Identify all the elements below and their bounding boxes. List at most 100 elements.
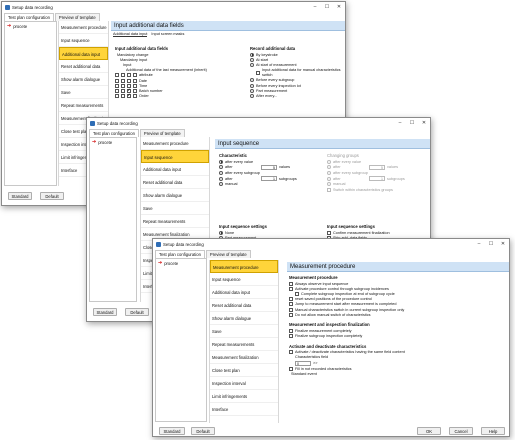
checkbox[interactable] (127, 78, 131, 83)
radio[interactable] (250, 83, 254, 88)
nav-additional-data-input[interactable]: Additional data input (141, 163, 209, 176)
tab-preview-of-template[interactable]: Preview of template (139, 129, 185, 137)
checkbox[interactable] (115, 78, 119, 83)
nav-save[interactable]: Save (141, 202, 209, 215)
default-button[interactable]: Default (191, 427, 215, 435)
mp-option[interactable]: Do not allow manual switch of characteri… (287, 312, 509, 317)
tree-node-procete[interactable]: ➔ procete (156, 259, 206, 268)
nav-show-alarm-dialogue[interactable]: Show alarm dialogue (59, 73, 108, 86)
radio[interactable] (219, 182, 223, 187)
char-option[interactable]: manual (217, 182, 319, 187)
standard-button[interactable]: Standard (159, 427, 185, 435)
nav-measurement-procedure[interactable]: Measurement procedure (59, 21, 108, 34)
record-option[interactable]: Input additional data for manual charact… (248, 68, 343, 78)
nav-close-test-plan[interactable]: Close test plan (210, 364, 278, 377)
checkbox[interactable] (256, 70, 260, 75)
radio[interactable] (327, 176, 331, 181)
default-button[interactable]: Default (125, 308, 149, 316)
tab-test-plan-configuration[interactable]: Test plan configuration (89, 129, 139, 137)
nav-input-sequence[interactable]: Input sequence (141, 150, 209, 163)
checkbox[interactable] (289, 334, 293, 339)
subtab-additional-data-input[interactable]: Additional data input (113, 32, 148, 37)
help-button[interactable]: Help (481, 427, 505, 435)
close-icon[interactable]: ✕ (418, 118, 430, 128)
char-field-button[interactable]: >> (313, 361, 317, 365)
checkbox[interactable] (127, 73, 131, 78)
nav-show-alarm-dialogue[interactable]: Show alarm dialogue (210, 312, 278, 325)
checkbox[interactable] (115, 88, 119, 93)
subtab-input-screen-masks[interactable]: Input screen masks (151, 32, 184, 37)
checkbox[interactable] (133, 78, 137, 83)
minimize-icon[interactable]: – (309, 2, 321, 12)
checkbox[interactable] (133, 88, 137, 93)
checkbox[interactable] (289, 286, 293, 291)
checkbox[interactable] (121, 88, 125, 93)
checkbox[interactable] (289, 366, 293, 371)
nav-reset-additional-data[interactable]: Reset additional data (141, 176, 209, 189)
radio[interactable] (327, 182, 331, 187)
values-count-input[interactable]: 5 (261, 164, 277, 170)
checkbox[interactable]: ✔ (127, 89, 131, 93)
ok-button[interactable]: OK (417, 427, 441, 435)
nav-inspection-interval[interactable]: Inspection interval (210, 377, 278, 390)
radio[interactable] (219, 176, 223, 181)
radio[interactable] (250, 88, 254, 93)
radio[interactable] (219, 159, 223, 164)
nav-reset-additional-data[interactable]: Reset additional data (59, 60, 108, 73)
title-bar[interactable]: Setup data recording – ☐ ✕ (87, 118, 430, 128)
tree-node-procete[interactable]: ➔ procete (5, 22, 56, 31)
checkbox[interactable] (289, 307, 293, 312)
maximize-icon[interactable]: ☐ (485, 239, 497, 249)
checkbox[interactable] (295, 291, 299, 296)
radio[interactable] (250, 62, 254, 67)
maximize-icon[interactable]: ☐ (406, 118, 418, 128)
nav-measurement-procedure[interactable]: Measurement procedure (141, 137, 209, 150)
nav-reset-additional-data[interactable]: Reset additional data (210, 299, 278, 312)
checkbox[interactable] (115, 94, 119, 99)
radio[interactable] (327, 170, 331, 175)
nav-input-sequence[interactable]: Input sequence (59, 34, 108, 47)
checkbox[interactable] (127, 83, 131, 88)
nav-input-sequence[interactable]: Input sequence (210, 273, 278, 286)
checkbox[interactable] (327, 187, 331, 192)
checkbox[interactable] (327, 230, 331, 235)
radio[interactable] (327, 159, 331, 164)
nav-repeat-measurements[interactable]: Repeat measurements (59, 99, 108, 112)
fin-option[interactable]: Finalize subgroup inspection completely (287, 334, 509, 339)
char-field-input[interactable]: 0 (295, 360, 311, 366)
standard-button[interactable]: Standard (8, 192, 32, 200)
cancel-button[interactable]: Cancel (449, 427, 473, 435)
radio[interactable] (250, 52, 254, 57)
radio[interactable] (250, 57, 254, 62)
minimize-icon[interactable]: – (473, 239, 485, 249)
checkbox[interactable] (289, 281, 293, 286)
checkbox[interactable] (133, 83, 137, 88)
checkbox[interactable] (289, 328, 293, 333)
close-icon[interactable]: ✕ (497, 239, 509, 249)
checkbox[interactable] (289, 350, 293, 355)
checkbox[interactable] (133, 73, 137, 78)
checkbox[interactable] (289, 297, 293, 302)
radio[interactable] (219, 230, 223, 235)
checkbox[interactable] (289, 312, 293, 317)
default-button[interactable]: Default (40, 192, 64, 200)
title-bar[interactable]: Setup data recording – ☐ ✕ (2, 2, 345, 12)
checkbox[interactable] (121, 83, 125, 88)
nav-save[interactable]: Save (59, 86, 108, 99)
tree-node-procete[interactable]: ➔ procete (90, 138, 136, 147)
tab-test-plan-configuration[interactable]: Test plan configuration (155, 250, 205, 258)
nav-measurement-finalization[interactable]: Measurement finalization (210, 351, 278, 364)
checkbox[interactable] (121, 78, 125, 83)
nav-show-alarm-dialogue[interactable]: Show alarm dialogue (141, 189, 209, 202)
checkbox[interactable] (121, 73, 125, 78)
subgroups-count-input[interactable]: 1 (261, 176, 277, 182)
minimize-icon[interactable]: – (394, 118, 406, 128)
checkbox[interactable] (289, 302, 293, 307)
tab-preview-of-template[interactable]: Preview of template (205, 250, 251, 258)
nav-additional-data-input[interactable]: Additional data input (210, 286, 278, 299)
group-option[interactable]: Switch within characteristics groups (325, 187, 427, 192)
nav-repeat-measurements[interactable]: Repeat measurements (141, 215, 209, 228)
nav-limit-infringements[interactable]: Limit infringements (210, 390, 278, 403)
checkbox[interactable]: ✔ (127, 94, 131, 99)
radio[interactable] (219, 170, 223, 175)
